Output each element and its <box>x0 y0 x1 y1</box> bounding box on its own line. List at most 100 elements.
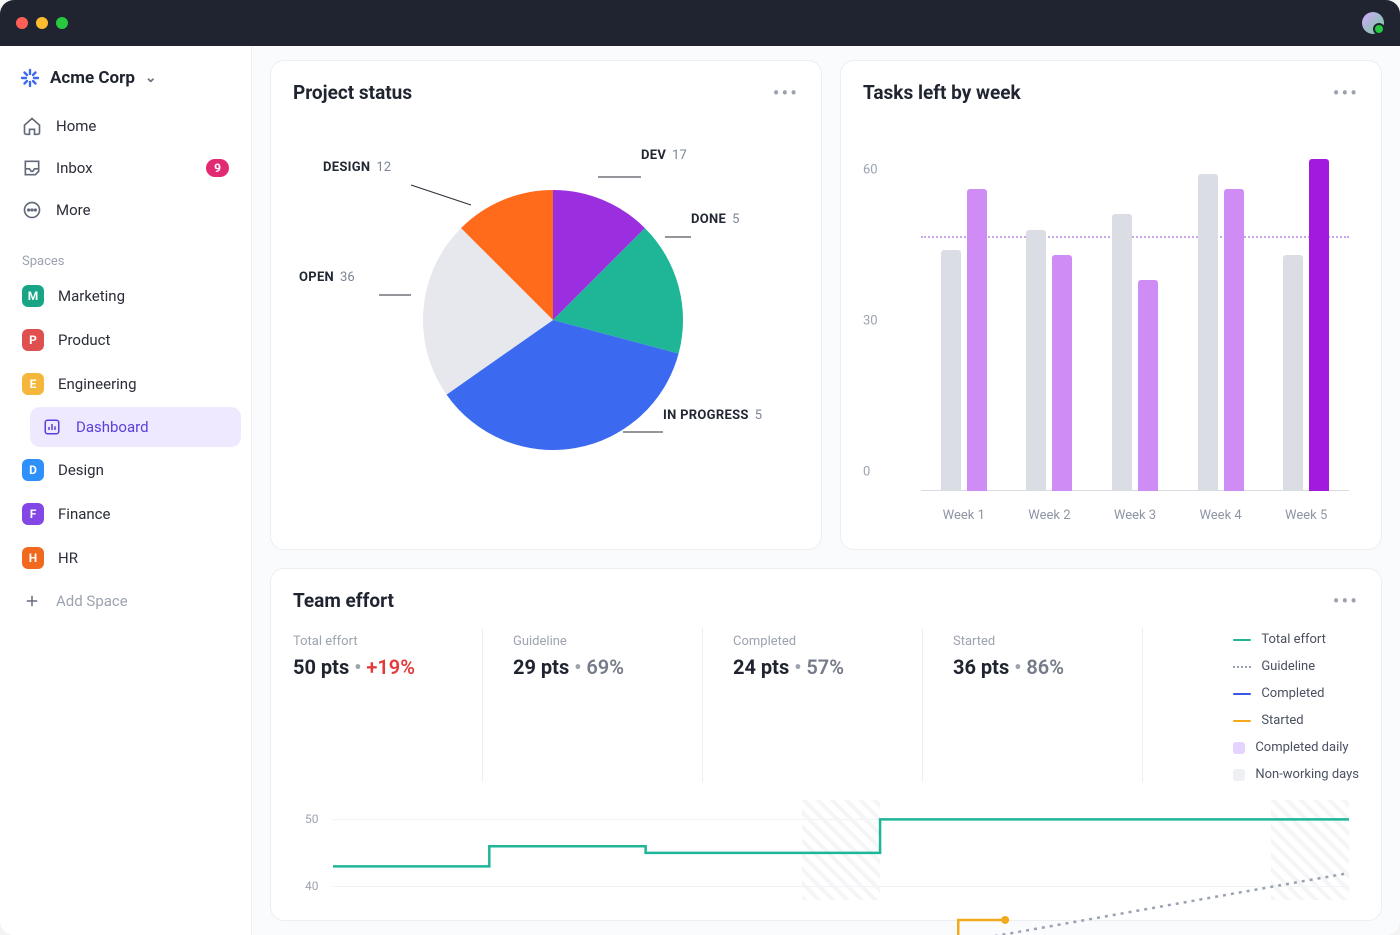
user-avatar[interactable] <box>1362 12 1384 34</box>
space-label: HR <box>58 549 78 567</box>
card-title: Team effort <box>293 589 394 612</box>
chevron-down-icon: ⌄ <box>145 70 157 86</box>
inbox-icon <box>22 158 42 178</box>
card-menu-button[interactable]: ••• <box>1333 89 1359 97</box>
bar[interactable] <box>1052 255 1072 491</box>
nav-more[interactable]: More <box>10 190 241 230</box>
project-status-card: Project status ••• DEV17DONE5IN PROGRESS… <box>270 60 822 550</box>
add-space-label: Add Space <box>56 592 128 610</box>
legend-guideline: Guideline <box>1233 659 1359 674</box>
nav-more-label: More <box>56 201 91 219</box>
sidebar-space-engineering[interactable]: E Engineering <box>10 363 241 405</box>
team-effort-card: Team effort ••• Total effort50 pts • +19… <box>270 568 1382 921</box>
home-icon <box>22 116 42 136</box>
x-label: Week 5 <box>1275 508 1337 523</box>
bar[interactable] <box>1309 159 1329 491</box>
series-total-effort[interactable] <box>333 819 1349 866</box>
x-label: Week 1 <box>933 508 995 523</box>
sidebar-space-product[interactable]: P Product <box>10 319 241 361</box>
project-status-pie <box>293 125 799 515</box>
nav-inbox-label: Inbox <box>56 159 93 177</box>
pie-label-in-progress: IN PROGRESS5 <box>663 408 762 423</box>
workspace-switcher[interactable]: Acme Corp ⌄ <box>10 60 241 106</box>
bar[interactable] <box>941 250 961 491</box>
minimize-window-icon[interactable] <box>36 17 48 29</box>
space-label: Engineering <box>58 375 137 393</box>
card-menu-button[interactable]: ••• <box>1333 597 1359 605</box>
x-label: Week 4 <box>1190 508 1252 523</box>
space-icon: M <box>22 285 44 307</box>
bar[interactable] <box>1224 189 1244 491</box>
titlebar <box>0 0 1400 46</box>
sidebar-space-hr[interactable]: H HR <box>10 537 241 579</box>
sidebar-space-design[interactable]: DDesign <box>10 449 241 491</box>
bar[interactable] <box>967 189 987 491</box>
space-icon: F <box>22 503 44 525</box>
stat-started: Started36 pts • 86% <box>953 628 1143 782</box>
effort-legend: Total effort Guideline Completed Started Com… <box>1233 628 1359 782</box>
bar-group <box>1275 120 1337 491</box>
inbox-badge: 9 <box>206 159 229 177</box>
stat-guideline: Guideline 29 pts • 69% <box>513 628 703 782</box>
legend-completed: Completed <box>1233 686 1359 701</box>
add-space-button[interactable]: Add Space <box>10 581 241 621</box>
bar[interactable] <box>1112 214 1132 491</box>
space-label: Finance <box>58 505 110 523</box>
main-content: Project status ••• DEV17DONE5IN PROGRESS… <box>252 46 1400 935</box>
card-menu-button[interactable]: ••• <box>773 89 799 97</box>
pie-label-done: DONE5 <box>691 212 739 227</box>
legend-completed-daily: Completed daily <box>1233 740 1359 755</box>
workspace-name: Acme Corp <box>50 68 135 88</box>
x-label: Week 3 <box>1104 508 1166 523</box>
y-tick: 60 <box>863 163 878 178</box>
tasks-left-card: Tasks left by week ••• 03060Week 1Week 2… <box>840 60 1382 550</box>
legend-total: Total effort <box>1233 632 1359 647</box>
subnav-label: Dashboard <box>76 418 149 436</box>
card-title: Project status <box>293 81 412 104</box>
plus-icon <box>22 591 42 611</box>
workspace-logo-icon <box>20 68 40 88</box>
team-effort-chart <box>293 800 1359 935</box>
space-icon: D <box>22 459 44 481</box>
bar[interactable] <box>1138 280 1158 491</box>
space-label: Product <box>58 331 110 349</box>
sidebar-space-finance[interactable]: F Finance <box>10 493 241 535</box>
stat-label: Completed <box>733 634 892 649</box>
bar-group <box>1018 120 1080 491</box>
series-guideline[interactable] <box>333 873 1349 935</box>
sidebar-space-marketing[interactable]: M Marketing <box>10 275 241 317</box>
window-controls <box>16 17 68 29</box>
legend-non-working: Non-working days <box>1233 767 1359 782</box>
stat-label: Guideline <box>513 634 672 649</box>
space-icon: P <box>22 329 44 351</box>
nav-home-label: Home <box>56 117 96 135</box>
space-icon: H <box>22 547 44 569</box>
space-label: Marketing <box>58 287 125 305</box>
sidebar: Acme Corp ⌄ Home Inbox 9 More <box>0 46 252 935</box>
bar-group <box>933 120 995 491</box>
legend-started: Started <box>1233 713 1359 728</box>
close-window-icon[interactable] <box>16 17 28 29</box>
series-started[interactable] <box>489 920 1005 935</box>
nav-home[interactable]: Home <box>10 106 241 146</box>
spaces-heading: Spaces <box>10 246 241 275</box>
stat-completed: Completed 24 pts • 57% <box>733 628 923 782</box>
card-title: Tasks left by week <box>863 81 1021 104</box>
nav-inbox[interactable]: Inbox 9 <box>10 148 241 188</box>
bar-group <box>1104 120 1166 491</box>
bar[interactable] <box>1283 255 1303 491</box>
stat-total: Total effort50 pts • +19% <box>293 628 483 782</box>
stat-label: Started <box>953 634 1112 649</box>
stat-value: 24 pts • 57% <box>733 655 892 679</box>
bar[interactable] <box>1026 230 1046 491</box>
bar[interactable] <box>1198 174 1218 491</box>
stat-label: Total effort <box>293 634 452 649</box>
pie-label-design: DESIGN12 <box>323 160 391 175</box>
maximize-window-icon[interactable] <box>56 17 68 29</box>
more-icon <box>22 200 42 220</box>
space-icon: E <box>22 373 44 395</box>
y-tick: 0 <box>863 465 870 480</box>
stat-value: 29 pts • 69% <box>513 655 672 679</box>
dashboard-icon <box>42 417 62 437</box>
subnav-dashboard[interactable]: Dashboard <box>30 407 241 447</box>
